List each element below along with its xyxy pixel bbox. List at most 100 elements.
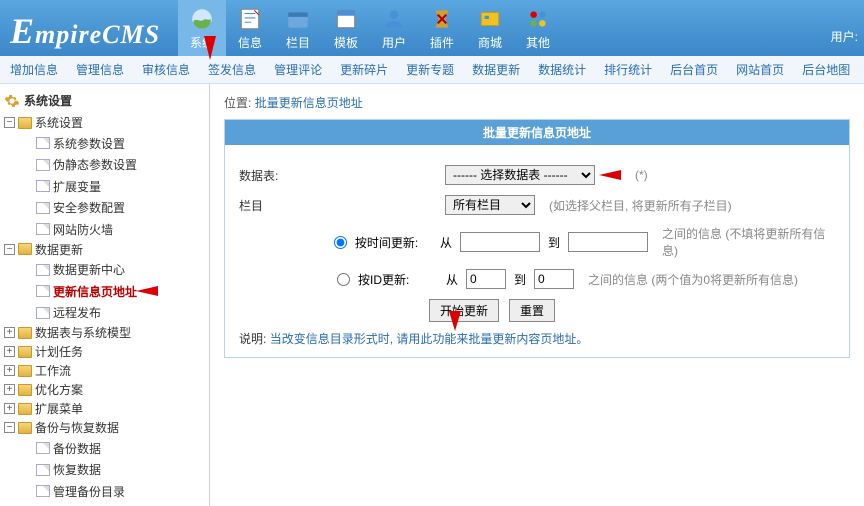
column-select[interactable]: 所有栏目 (445, 195, 535, 215)
tree-label[interactable]: 备份与恢复数据 (35, 419, 119, 436)
by-id-label: 按ID更新: (358, 271, 438, 288)
id-from-input[interactable] (466, 269, 506, 289)
tree-label[interactable]: 扩展变量 (53, 178, 101, 195)
tree-label[interactable]: 系统设置 (35, 114, 83, 131)
tree-label[interactable]: 更新信息页地址 (53, 283, 137, 300)
subnav-12[interactable]: 后台地图 (802, 61, 850, 78)
nav-item-6[interactable]: 商城 (466, 0, 514, 56)
table-select[interactable]: ------ 选择数据表 ------ (445, 165, 595, 185)
folder-icon (18, 327, 32, 339)
time-to-input[interactable] (568, 232, 648, 252)
expand-icon[interactable]: + (4, 384, 15, 395)
by-id-radio[interactable] (337, 273, 350, 286)
subnav-5[interactable]: 更新碎片 (340, 61, 388, 78)
tree-folder[interactable]: − 数据更新 (4, 241, 83, 258)
subnav-0[interactable]: 增加信息 (10, 61, 58, 78)
tree-file[interactable]: 数据更新中心 (20, 261, 125, 278)
tree-folder[interactable]: − 系统设置 (4, 114, 83, 131)
tree-label[interactable]: 网站防火墙 (53, 221, 113, 238)
reset-button[interactable]: 重置 (509, 299, 555, 322)
by-time-label: 按时间更新: (355, 234, 432, 251)
tree-file[interactable]: 网站防火墙 (20, 221, 113, 238)
file-icon (36, 159, 50, 171)
file-icon (36, 442, 50, 454)
tree-file[interactable]: 远程发布 (20, 304, 101, 321)
subnav-4[interactable]: 管理评论 (274, 61, 322, 78)
id-to-input[interactable] (534, 269, 574, 289)
nav-label: 栏目 (286, 36, 310, 50)
tree-file[interactable]: 伪静态参数设置 (20, 156, 137, 173)
tree-label[interactable]: 远程发布 (53, 304, 101, 321)
file-icon (36, 202, 50, 214)
tree-file[interactable]: 扩展变量 (20, 178, 101, 195)
table-label: 数据表: (239, 167, 329, 184)
file-icon (36, 223, 50, 235)
tree-folder[interactable]: + 计划任务 (4, 343, 83, 360)
column-label: 栏目 (239, 197, 329, 214)
tree-label[interactable]: 安全参数配置 (53, 199, 125, 216)
nav-label: 模板 (334, 36, 358, 50)
nav-icon (466, 6, 514, 32)
tree-file[interactable]: 更新信息页地址 (20, 283, 158, 300)
tree-label[interactable]: 扩展菜单 (35, 400, 83, 417)
user-label: 用户: (831, 28, 858, 45)
collapse-icon[interactable]: − (4, 117, 15, 128)
nav-item-5[interactable]: 插件 (418, 0, 466, 56)
nav-item-7[interactable]: 其他 (514, 0, 562, 56)
subnav-10[interactable]: 后台首页 (670, 61, 718, 78)
file-icon (36, 137, 50, 149)
tree-folder[interactable]: + 扩展菜单 (4, 400, 83, 417)
tree-label[interactable]: 数据更新 (35, 241, 83, 258)
time-from-input[interactable] (460, 232, 540, 252)
arrow-annotation-icon (204, 36, 216, 60)
expand-icon[interactable]: + (4, 346, 15, 357)
breadcrumb: 位置: 批量更新信息页地址 (224, 94, 850, 111)
tree-label[interactable]: 数据表与系统模型 (35, 324, 131, 341)
subnav-3[interactable]: 签发信息 (208, 61, 256, 78)
tree-folder[interactable]: − 备份与恢复数据 (4, 419, 119, 436)
by-time-radio[interactable] (334, 236, 347, 249)
subnav-6[interactable]: 更新专题 (406, 61, 454, 78)
breadcrumb-link[interactable]: 批量更新信息页地址 (255, 96, 363, 110)
tree-folder[interactable]: + 优化方案 (4, 381, 83, 398)
tree-folder[interactable]: + 工作流 (4, 362, 71, 379)
file-icon (36, 464, 50, 476)
nav-item-0[interactable]: 系统 (178, 0, 226, 56)
tree-label[interactable]: 数据更新中心 (53, 261, 125, 278)
tree-label[interactable]: 伪静态参数设置 (53, 156, 137, 173)
tree-file[interactable]: 恢复数据 (20, 461, 101, 478)
tree-label[interactable]: 计划任务 (35, 343, 83, 360)
subnav-1[interactable]: 管理信息 (76, 61, 124, 78)
tree-file[interactable]: 系统参数设置 (20, 135, 125, 152)
panel-title: 批量更新信息页地址 (225, 120, 849, 145)
tree-file[interactable]: 管理备份目录 (20, 483, 125, 500)
subnav-2[interactable]: 审核信息 (142, 61, 190, 78)
tree-label[interactable]: 管理备份目录 (53, 483, 125, 500)
subnav-7[interactable]: 数据更新 (472, 61, 520, 78)
folder-icon (18, 365, 32, 377)
time-note: 之间的信息 (不填将更新所有信息) (662, 225, 835, 259)
nav-item-1[interactable]: 信息 (226, 0, 274, 56)
expand-icon[interactable]: + (4, 365, 15, 376)
subnav-11[interactable]: 网站首页 (736, 61, 784, 78)
collapse-icon[interactable]: − (4, 244, 15, 255)
nav-item-2[interactable]: 栏目 (274, 0, 322, 56)
tree-label[interactable]: 工作流 (35, 362, 71, 379)
submit-button[interactable]: 开始更新 (429, 299, 499, 322)
tree-folder[interactable]: + 数据表与系统模型 (4, 324, 131, 341)
expand-icon[interactable]: + (4, 327, 15, 338)
tree-label[interactable]: 备份数据 (53, 440, 101, 457)
collapse-icon[interactable]: − (4, 422, 15, 433)
tree-file[interactable]: 安全参数配置 (20, 199, 125, 216)
tree-file[interactable]: 备份数据 (20, 440, 101, 457)
nav-item-3[interactable]: 模板 (322, 0, 370, 56)
file-icon (36, 307, 50, 319)
tree-label[interactable]: 优化方案 (35, 381, 83, 398)
subnav-9[interactable]: 排行统计 (604, 61, 652, 78)
file-icon (36, 264, 50, 276)
expand-icon[interactable]: + (4, 403, 15, 414)
subnav-8[interactable]: 数据统计 (538, 61, 586, 78)
nav-item-4[interactable]: 用户 (370, 0, 418, 56)
tree-label[interactable]: 系统参数设置 (53, 135, 125, 152)
tree-label[interactable]: 恢复数据 (53, 461, 101, 478)
